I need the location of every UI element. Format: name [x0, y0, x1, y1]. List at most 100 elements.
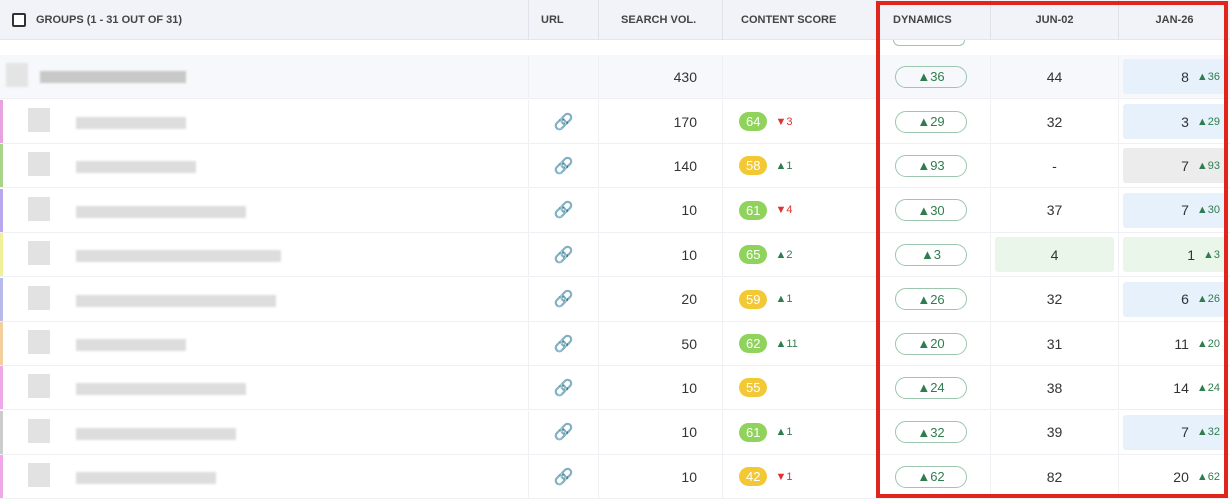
content-score-header[interactable]: CONTENT SCORE [722, 0, 876, 40]
jun-02-cell: 32 [990, 100, 1118, 143]
jun-02-cell: 39 [990, 410, 1118, 454]
jun-02-cell: - [990, 144, 1118, 188]
link-icon[interactable]: 🔗 [528, 277, 598, 321]
keyword-redacted [76, 294, 276, 307]
jun-02-header[interactable]: JUN-02 [990, 0, 1118, 40]
select-all-checkbox[interactable] [12, 13, 26, 27]
jun-02-value: 4 [1050, 246, 1059, 263]
content-score-badge: 65 [739, 245, 768, 265]
keyword-redacted [76, 117, 186, 129]
jan-26-delta: ▲32 [1196, 426, 1220, 439]
jan-26-value: 8 [1181, 68, 1189, 85]
jan-26-header[interactable]: JAN-26 [1118, 0, 1230, 40]
search-volume: 10 [598, 188, 722, 232]
dynamics-badge: ▲30 [895, 199, 967, 222]
jan-26-delta: ▲62 [1196, 470, 1220, 483]
table-row[interactable]: 🔗 20 59 ▲1 ▲26 32 6 ▲26 [0, 277, 1230, 322]
jan-26-value: 1 [1187, 246, 1195, 263]
search-vol-header[interactable]: SEARCH VOL. [598, 0, 722, 40]
link-icon[interactable]: 🔗 [528, 366, 598, 410]
dynamics-badge: ▲24 [895, 376, 967, 399]
content-score-delta: ▲2 [775, 248, 793, 261]
table-row[interactable]: 🔗 10 65 ▲2 ▲3 4 1 ▲3 [0, 233, 1230, 278]
groups-header: GROUPS (1 - 31 OUT OF 31) [0, 0, 528, 40]
dynamics-badge: ▲32 [895, 421, 967, 444]
table-row[interactable]: 🔗 50 62 ▲11 ▲20 31 11 ▲20 [0, 322, 1230, 366]
jun-02-cell: 82 [990, 455, 1118, 499]
jan-26-value: 11 [1174, 335, 1189, 352]
search-volume: 50 [598, 322, 722, 365]
link-icon[interactable]: 🔗 [528, 188, 598, 232]
content-score-badge: 58 [739, 156, 768, 176]
link-icon[interactable]: 🔗 [528, 144, 598, 188]
search-volume: 10 [598, 233, 722, 277]
jun-02-cell: 37 [990, 188, 1118, 232]
link-icon[interactable]: 🔗 [528, 233, 598, 277]
jan-26-cell: 1 ▲3 [1118, 233, 1230, 277]
url-header[interactable]: URL [528, 0, 598, 40]
row-icon [28, 418, 50, 443]
search-volume: 10 [598, 410, 722, 454]
jan-26-delta: ▲26 [1196, 293, 1220, 306]
table-row[interactable]: 🔗 10 61 ▲1 ▲32 39 7 ▲32 [0, 410, 1230, 455]
content-score-delta: ▲11 [775, 337, 798, 350]
keyword-redacted [76, 383, 246, 396]
row-icon [28, 108, 50, 132]
search-volume: 430 [598, 55, 722, 98]
search-volume: 10 [598, 366, 722, 410]
jan-26-cell: 6 ▲26 [1118, 277, 1230, 321]
keyword-redacted [76, 250, 281, 263]
jan-26-delta: ▲36 [1196, 70, 1220, 83]
jan-26-cell: 20 ▲62 [1118, 455, 1230, 499]
dynamics-header[interactable]: DYNAMICS [876, 0, 990, 40]
group-color-bar [0, 366, 3, 410]
dynamics-badge: ▲26 [895, 288, 967, 311]
keyword-redacted [76, 161, 196, 174]
jan-26-value: 6 [1181, 291, 1189, 308]
content-score-badge: 61 [739, 200, 768, 220]
jan-26-delta: ▲20 [1196, 337, 1220, 350]
dynamics-badge: ▲93 [895, 154, 967, 177]
content-score-badge: 59 [739, 289, 768, 309]
jun-02-cell: 4 [990, 233, 1118, 277]
table-row[interactable]: 🔗 10 55 ▲24 38 14 ▲24 [0, 366, 1230, 411]
jan-26-value: 7 [1181, 202, 1189, 219]
row-icon [28, 285, 50, 310]
group-row[interactable]: 430 ▲36 44 8 ▲36 [0, 55, 1230, 99]
link-icon[interactable]: 🔗 [528, 455, 598, 499]
link-icon[interactable]: 🔗 [528, 410, 598, 454]
group-color-bar [0, 188, 3, 232]
table-row[interactable]: 🔗 170 64 ▼3 ▲29 32 3 ▲29 [0, 100, 1230, 144]
dynamics-badge: ▲36 [895, 65, 967, 88]
keyword-redacted [76, 472, 216, 485]
link-icon[interactable]: 🔗 [528, 322, 598, 365]
group-color-bar [0, 410, 3, 454]
table-row[interactable]: 🔗 10 61 ▼4 ▲30 37 7 ▲30 [0, 188, 1230, 233]
search-volume: 10 [598, 455, 722, 499]
jun-02-value: 44 [990, 55, 1118, 98]
jun-02-value: 32 [1046, 113, 1063, 130]
group-color-bar [0, 277, 3, 321]
table-row[interactable]: 🔗 10 42 ▼1 ▲62 82 20 ▲62 [0, 455, 1230, 500]
dynamics-badge: ▲62 [895, 465, 967, 488]
row-icon [28, 374, 50, 399]
group-icon [6, 63, 28, 87]
link-icon[interactable]: 🔗 [528, 100, 598, 143]
content-score-badge: 61 [739, 422, 768, 442]
row-icon [28, 241, 50, 266]
jan-26-value: 7 [1181, 157, 1189, 174]
jun-02-value: 32 [1046, 291, 1063, 308]
jun-02-cell: 31 [990, 322, 1118, 365]
content-score-badge: 64 [739, 112, 768, 131]
jan-26-delta: ▲24 [1196, 381, 1220, 394]
jan-26-value: 20 [1173, 468, 1189, 485]
group-name-redacted [40, 71, 186, 83]
content-score-delta: ▼3 [775, 115, 793, 128]
jun-02-value: 37 [1046, 202, 1063, 219]
jan-26-value: 14 [1173, 379, 1189, 396]
table-row[interactable]: 🔗 140 58 ▲1 ▲93 - 7 ▲93 [0, 144, 1230, 189]
jan-26-value: 7 [1181, 424, 1189, 441]
jun-02-cell: 32 [990, 277, 1118, 321]
content-score-delta: ▲1 [775, 426, 793, 439]
jun-02-value: 82 [1046, 468, 1063, 485]
